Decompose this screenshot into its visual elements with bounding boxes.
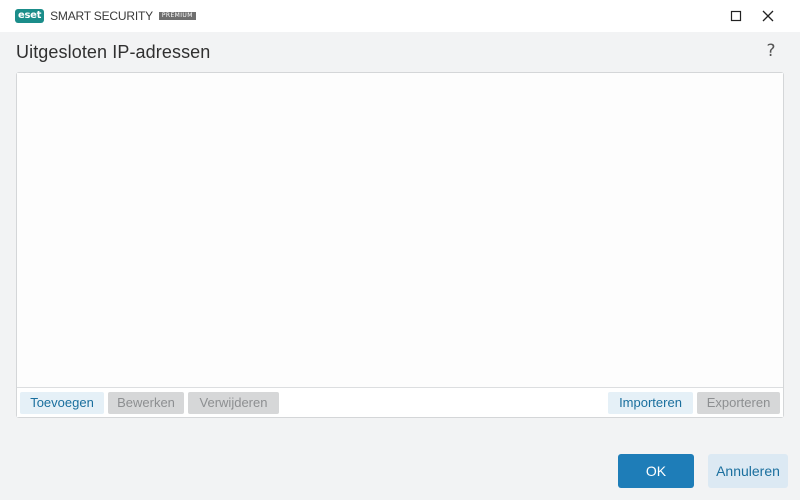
add-button[interactable]: Toevoegen: [20, 392, 104, 414]
maximize-button[interactable]: [720, 0, 752, 32]
excluded-ip-list[interactable]: [17, 73, 783, 387]
list-toolbar: Toevoegen Bewerken Verwijderen Importere…: [17, 387, 783, 417]
cancel-button[interactable]: Annuleren: [708, 454, 788, 488]
ok-button[interactable]: OK: [618, 454, 694, 488]
title-bar: eset SMART SECURITY PREMIUM: [0, 0, 800, 32]
import-button[interactable]: Importeren: [608, 392, 693, 414]
close-icon: [762, 10, 774, 22]
help-icon[interactable]: ?: [763, 41, 779, 61]
product-brand: eset SMART SECURITY PREMIUM: [15, 9, 196, 23]
export-button[interactable]: Exporteren: [697, 392, 780, 414]
remove-button[interactable]: Verwijderen: [188, 392, 279, 414]
edit-button[interactable]: Bewerken: [108, 392, 184, 414]
eset-logo: eset: [15, 9, 45, 23]
excluded-ip-panel: Toevoegen Bewerken Verwijderen Importere…: [16, 72, 784, 418]
edition-badge: PREMIUM: [158, 12, 196, 20]
product-name: SMART SECURITY: [50, 9, 153, 23]
close-button[interactable]: [752, 0, 784, 32]
maximize-icon: [730, 10, 742, 22]
page-title: Uitgesloten IP-adressen: [16, 42, 211, 62]
